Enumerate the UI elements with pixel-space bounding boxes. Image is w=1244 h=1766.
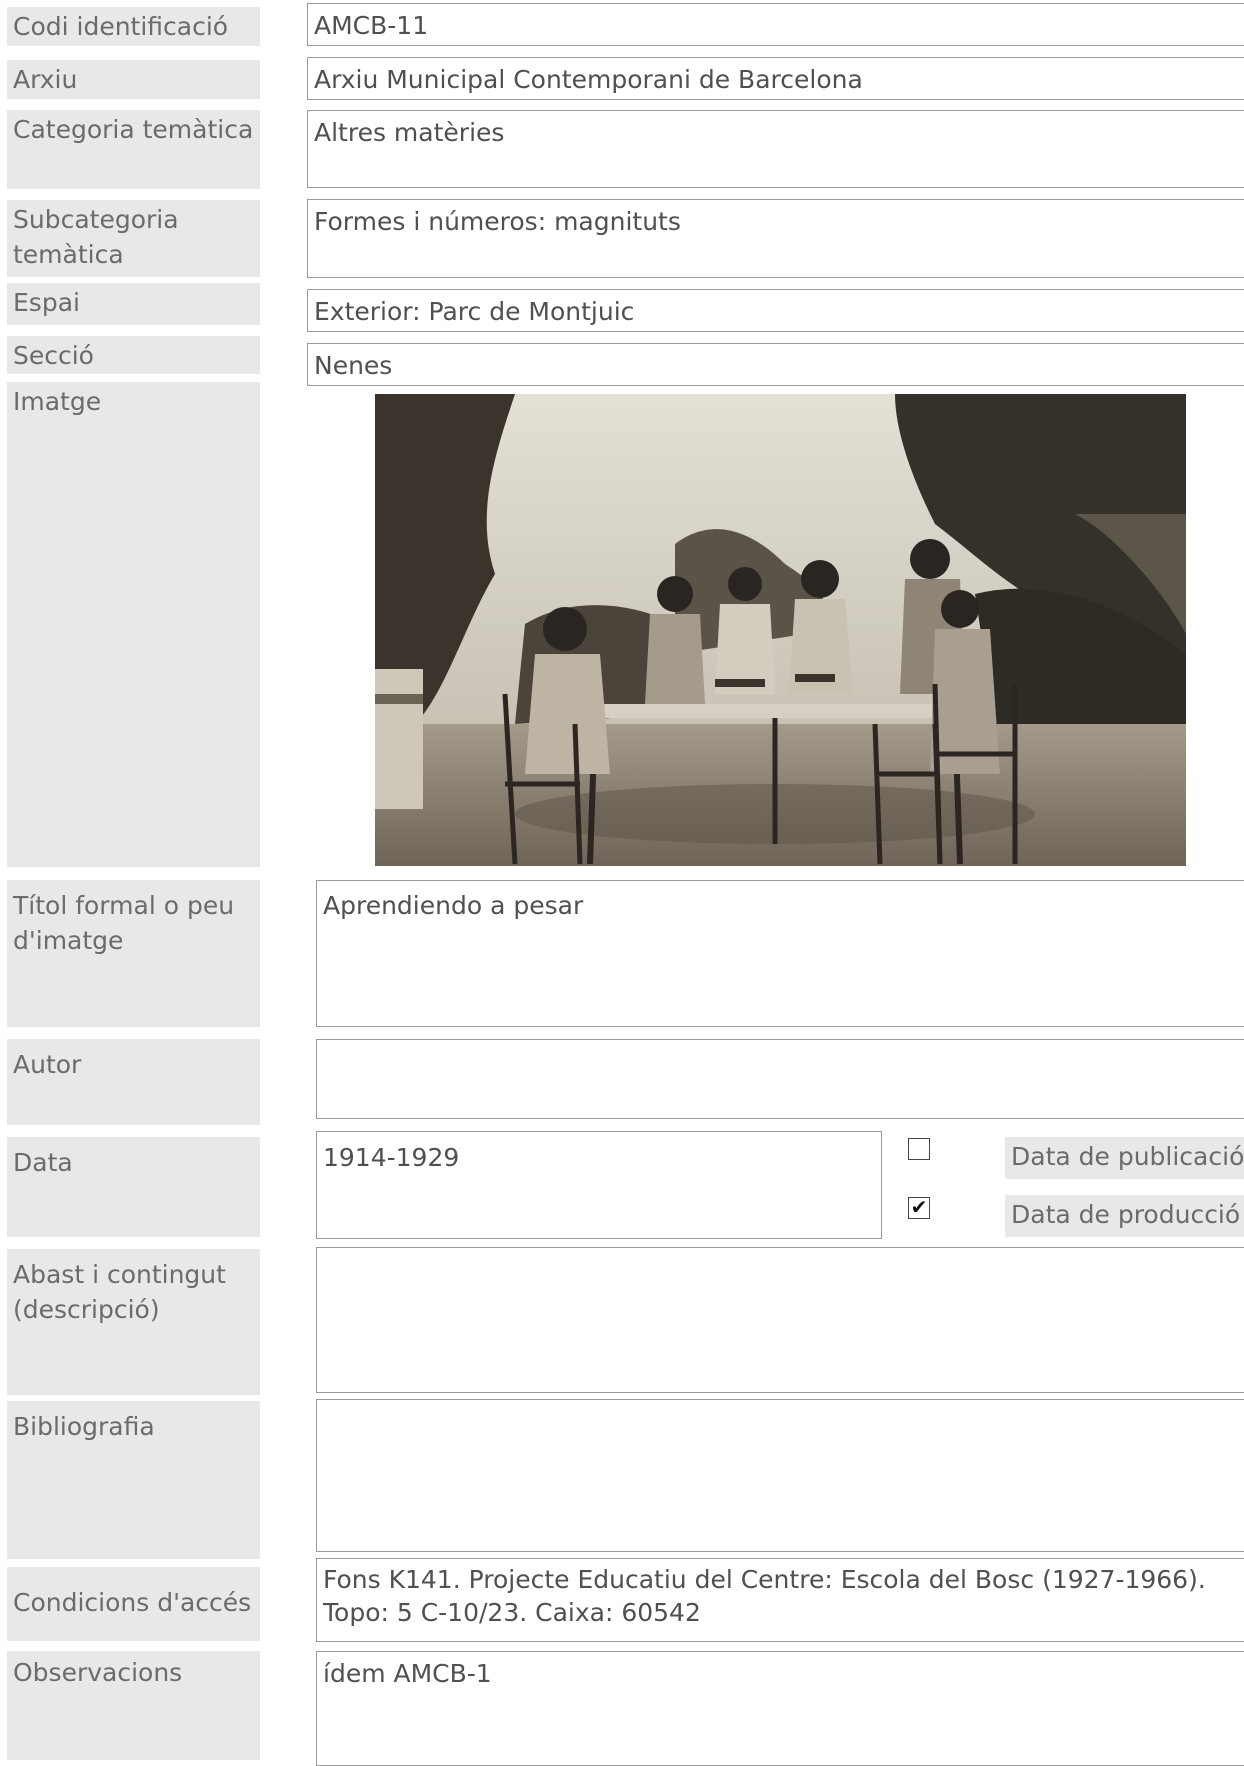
field-titol[interactable]: Aprendiendo a pesar xyxy=(316,880,1244,1027)
field-condicions[interactable]: Fons K141. Projecte Educatiu del Centre:… xyxy=(316,1558,1244,1642)
field-autor[interactable] xyxy=(316,1039,1244,1119)
field-categoria[interactable]: Altres matèries xyxy=(307,110,1244,188)
field-bibliografia[interactable] xyxy=(316,1399,1244,1552)
label-autor: Autor xyxy=(7,1039,260,1125)
label-data-produccio: Data de producció xyxy=(1005,1195,1244,1237)
field-codi[interactable]: AMCB-11 xyxy=(307,3,1244,46)
label-bibliografia: Bibliografia xyxy=(7,1401,260,1559)
checkbox-data-produccio[interactable]: ✔ xyxy=(908,1197,930,1219)
field-abast[interactable] xyxy=(316,1247,1244,1393)
label-codi: Codi identificació xyxy=(7,7,260,46)
label-observacions: Observacions xyxy=(7,1651,260,1760)
checkbox-data-publicacio[interactable] xyxy=(908,1138,930,1160)
field-espai[interactable]: Exterior: Parc de Montjuic xyxy=(307,289,1244,332)
label-seccio: Secció xyxy=(7,336,260,374)
field-observacions[interactable]: ídem AMCB-1 xyxy=(316,1651,1244,1766)
label-categoria: Categoria temàtica xyxy=(7,110,260,189)
label-espai: Espai xyxy=(7,283,260,325)
label-data-publicacio: Data de publicació xyxy=(1005,1137,1244,1179)
field-data[interactable]: 1914-1929 xyxy=(316,1131,882,1239)
label-imatge: Imatge xyxy=(7,382,260,867)
field-subcategoria[interactable]: Formes i números: magnituts xyxy=(307,199,1244,278)
field-arxiu[interactable]: Arxiu Municipal Contemporani de Barcelon… xyxy=(307,57,1244,100)
photo-image xyxy=(375,394,1186,866)
label-abast: Abast i contingut (descripció) xyxy=(7,1249,260,1395)
field-seccio[interactable]: Nenes xyxy=(307,343,1244,386)
label-subcategoria: Subcategoria temàtica xyxy=(7,200,260,277)
label-titol: Títol formal o peu d'imatge xyxy=(7,880,260,1027)
label-condicions: Condicions d'accés xyxy=(7,1567,260,1641)
label-arxiu: Arxiu xyxy=(7,60,260,99)
label-data: Data xyxy=(7,1137,260,1237)
